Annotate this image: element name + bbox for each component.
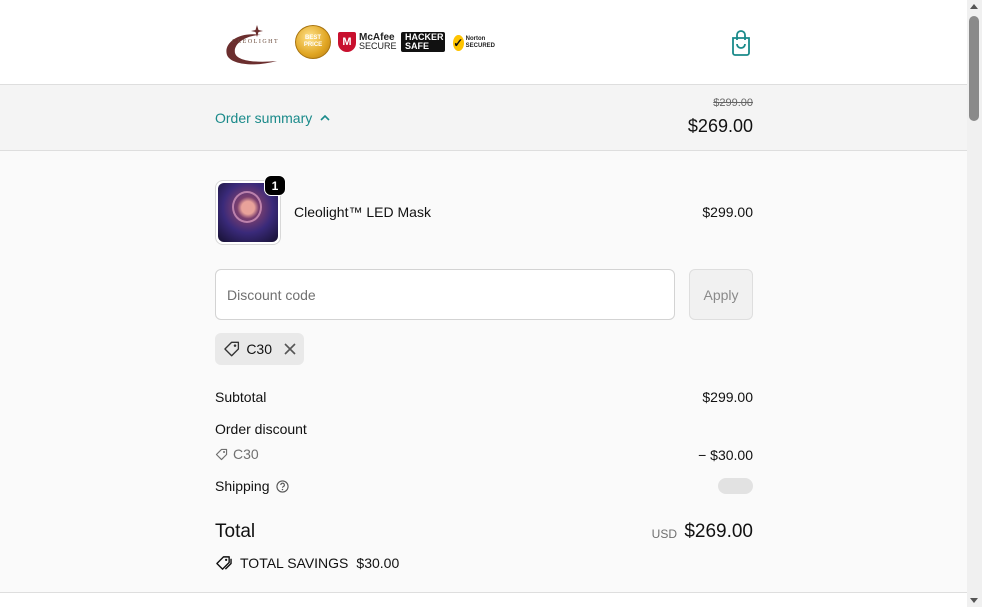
order-summary-bar: Order summary $299.00 $269.00 [0, 85, 967, 151]
subtotal-label: Subtotal [215, 389, 267, 405]
quantity-badge: 1 [264, 175, 286, 196]
summary-total: $269.00 [687, 116, 753, 136]
discount-code-text: C30 [233, 446, 259, 462]
mcafee-shield-icon: M [338, 32, 356, 52]
vertical-scrollbar[interactable] [967, 0, 982, 607]
discount-code-input[interactable] [215, 269, 675, 320]
shipping-row: Shipping [215, 478, 289, 494]
original-total: $299.00 [713, 97, 753, 109]
norton-brand: Norton [465, 35, 486, 42]
hacker-bottom: SAFE [405, 41, 430, 51]
applied-code-chip: C30 [215, 333, 304, 365]
applied-code: C30 [246, 341, 272, 357]
order-discount-label: Order discount [215, 421, 307, 437]
checkmark-icon: ✓ [453, 34, 464, 51]
total-savings-label: TOTAL SAVINGS [240, 555, 349, 571]
hacker-safe-badge: HACKER SAFE [401, 32, 445, 52]
product-name: Cleolight™ LED Mask [294, 204, 431, 220]
remove-code-button[interactable] [284, 343, 296, 355]
shipping-label: Shipping [215, 478, 270, 494]
tags-icon [216, 556, 232, 570]
mcafee-secure-badge: M McAfee SECURE [338, 31, 397, 53]
close-icon [284, 343, 296, 355]
help-icon[interactable] [275, 479, 289, 493]
norton-secured-badge: ✓ Norton SECURED [453, 31, 495, 54]
discount-code-row: C30 [215, 446, 259, 462]
tag-icon [215, 448, 228, 460]
total-savings: TOTAL SAVINGS $30.00 [215, 555, 399, 571]
product-price: $299.00 [702, 204, 753, 220]
checkout-header: CLEOLIGHT BEST PRICE M McAfee SECURE HAC… [0, 0, 967, 85]
cleolight-logo[interactable]: CLEOLIGHT [221, 23, 283, 65]
tag-icon [224, 341, 240, 357]
chevron-up-icon [320, 114, 330, 121]
price-guarantee-badge: BEST PRICE [295, 25, 331, 59]
order-summary-label: Order summary [215, 110, 313, 126]
total-currency: USD [651, 527, 677, 541]
subtotal-value: $299.00 [702, 389, 753, 405]
discount-value: − $30.00 [698, 447, 753, 463]
total-savings-value: $30.00 [356, 555, 400, 571]
scroll-up-arrow-icon[interactable] [970, 4, 978, 9]
scrollbar-thumb[interactable] [969, 16, 979, 121]
norton-sub: SECURED [465, 42, 495, 49]
total-label: Total [215, 521, 256, 542]
order-summary-content: 1 Cleolight™ LED Mask $299.00 Apply C30 … [0, 151, 967, 593]
section-divider [0, 592, 967, 607]
total-value: $269.00 [684, 521, 753, 542]
scroll-down-arrow-icon[interactable] [970, 598, 978, 603]
mcafee-sub: SECURE [359, 41, 397, 51]
shipping-loading-placeholder [718, 478, 753, 494]
apply-button[interactable]: Apply [689, 269, 753, 320]
shopping-bag-icon[interactable] [729, 29, 753, 57]
order-summary-toggle[interactable]: Order summary [215, 110, 330, 126]
logo-text: CLEOLIGHT [232, 39, 280, 45]
